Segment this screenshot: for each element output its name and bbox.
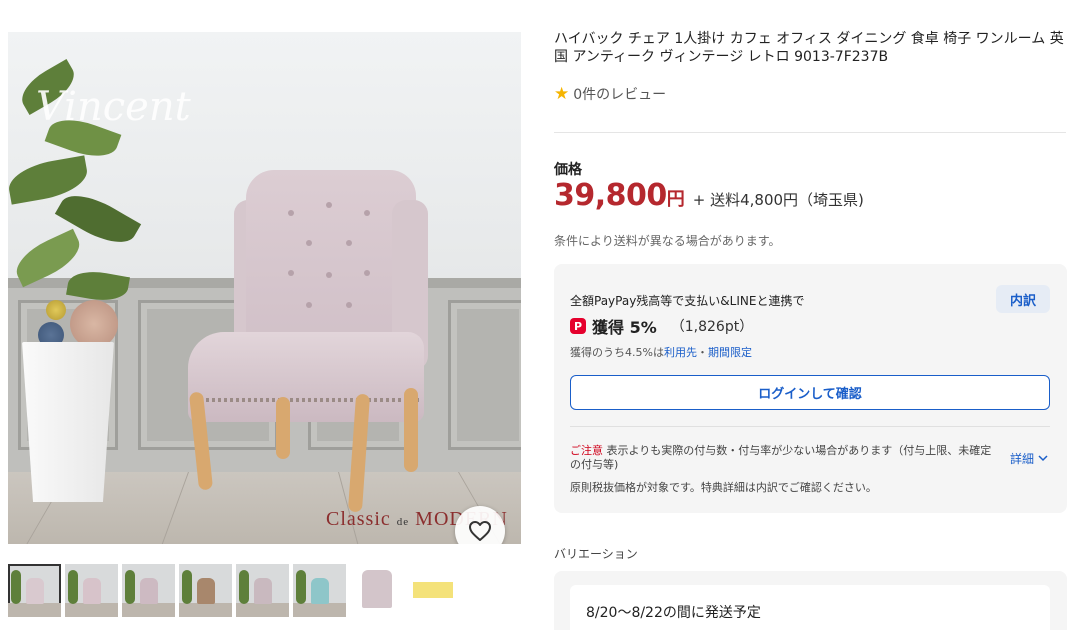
tuft [364,270,370,276]
points-sub-prefix: 獲得のうち4.5%は [570,346,664,359]
usage-link[interactable]: 利用先 [664,346,697,359]
white-planter [22,342,114,502]
points-panel: 全額PayPay残高等で支払い&LINEと連携で 内訳 P 獲得 5% （1,8… [554,264,1067,513]
heart-outline-icon [469,521,491,541]
thumbnail-chair [254,578,272,604]
thumbnail-7[interactable] [350,564,403,617]
thumbnail-floor [122,603,175,617]
variation-label: バリエーション [554,547,638,561]
paypay-icon: P [570,318,586,334]
chevron-down-icon [1038,455,1048,462]
review-count: 0件のレビュー [573,87,667,103]
points-sub-separator: ・ [696,346,708,359]
points-sub-text: 獲得のうち4.5%は利用先・期間限定 [570,344,752,360]
thumbnail-chair [311,578,329,604]
tuft [326,272,332,278]
thumbnail-3[interactable] [122,564,175,617]
ship-date: 8/20〜8/22の間に発送予定 [586,605,761,621]
earn-rate: 獲得 5% [592,318,657,337]
earn-points: （1,826pt） [670,319,754,335]
thumbnail-1[interactable] [8,564,61,617]
breakdown-button[interactable]: 内訳 [996,285,1050,313]
thumbnail-chair [413,582,453,598]
wall-panel [448,300,521,450]
script-logo: Vincent [36,84,191,130]
tuft [346,302,352,308]
brand-watermark-small: de [396,516,410,528]
chair-leg [404,388,418,472]
product-title: ハイバック チェア 1人掛け カフェ オフィス ダイニング 食卓 椅子 ワンルー… [554,31,1064,65]
thumbnail-5[interactable] [236,564,289,617]
thumbnail-8[interactable] [407,564,460,617]
thumbnail-floor [179,603,232,617]
thumbnail-chair [140,578,158,604]
points-condition: 全額PayPay残高等で支払い&LINEと連携で [570,294,805,308]
thumbnail-plant [68,570,78,604]
thumbnail-floor [8,603,61,617]
thumbnail-chair [197,578,215,604]
divider [570,426,1050,427]
chair-leg [276,397,290,459]
limited-period-link[interactable]: 期間限定 [708,346,752,359]
shipping-note: 条件により送料が異なる場合があります。 [554,234,781,248]
thumbnail-chair [83,578,101,604]
thumbnail-floor [236,603,289,617]
tuft [288,210,294,216]
price-row: 39,800 円 + 送料4,800円（埼玉県) [554,178,864,213]
review-rating[interactable]: ★ 0件のレビュー [554,84,666,104]
thumbnail-floor [65,603,118,617]
details-link[interactable]: 詳細 [1010,450,1048,467]
price-value: 39,800 [554,178,667,213]
points-note: 原則税抜価格が対象です。特典詳細は内訳でご確認ください。 [570,481,877,494]
caution-label: ご注意 [570,444,603,457]
caution-text: ご注意 表示よりも実際の付与数・付与率が少ない場合があります（付与上限、未確定の… [570,444,1000,472]
thumbnail-chair [362,570,392,608]
thumbnail-plant [125,570,135,604]
chair-seat [188,332,424,422]
star-icon: ★ [554,84,570,104]
thumbnail-chair [26,578,44,604]
thumbnail-2[interactable] [65,564,118,617]
login-confirm-button[interactable]: ログインして確認 [570,375,1050,410]
tuft [346,240,352,246]
price-unit: 円 [666,189,685,210]
flower [70,300,118,348]
variation-panel: 8/20〜8/22の間に発送予定 [554,571,1067,630]
caution-body: 表示よりも実際の付与数・付与率が少ない場合があります（付与上限、未確定の付与等) [570,444,992,471]
details-label: 詳細 [1010,452,1035,466]
tuft [306,302,312,308]
price-label: 価格 [554,162,582,178]
flower [46,300,66,320]
points-earn-row: P 獲得 5% （1,826pt） [570,314,753,338]
thumbnail-plant [239,570,249,604]
tuft [326,202,332,208]
nailhead-trim [194,398,420,402]
thumbnail-4[interactable] [179,564,232,617]
brand-watermark-text: Classic [326,508,391,530]
variation-card[interactable]: 8/20〜8/22の間に発送予定 [570,585,1050,630]
shipping-cost: + 送料4,800円（埼玉県) [692,191,864,209]
tuft [306,240,312,246]
thumbnail-floor [293,603,346,617]
tuft [364,210,370,216]
main-product-image[interactable]: Vincent Classic de MODERN [8,32,521,544]
thumbnail-6[interactable] [293,564,346,617]
thumbnail-strip [8,564,460,617]
thumbnail-plant [11,570,21,604]
tuft [288,270,294,276]
divider [554,132,1066,133]
thumbnail-plant [296,570,306,604]
thumbnail-plant [182,570,192,604]
